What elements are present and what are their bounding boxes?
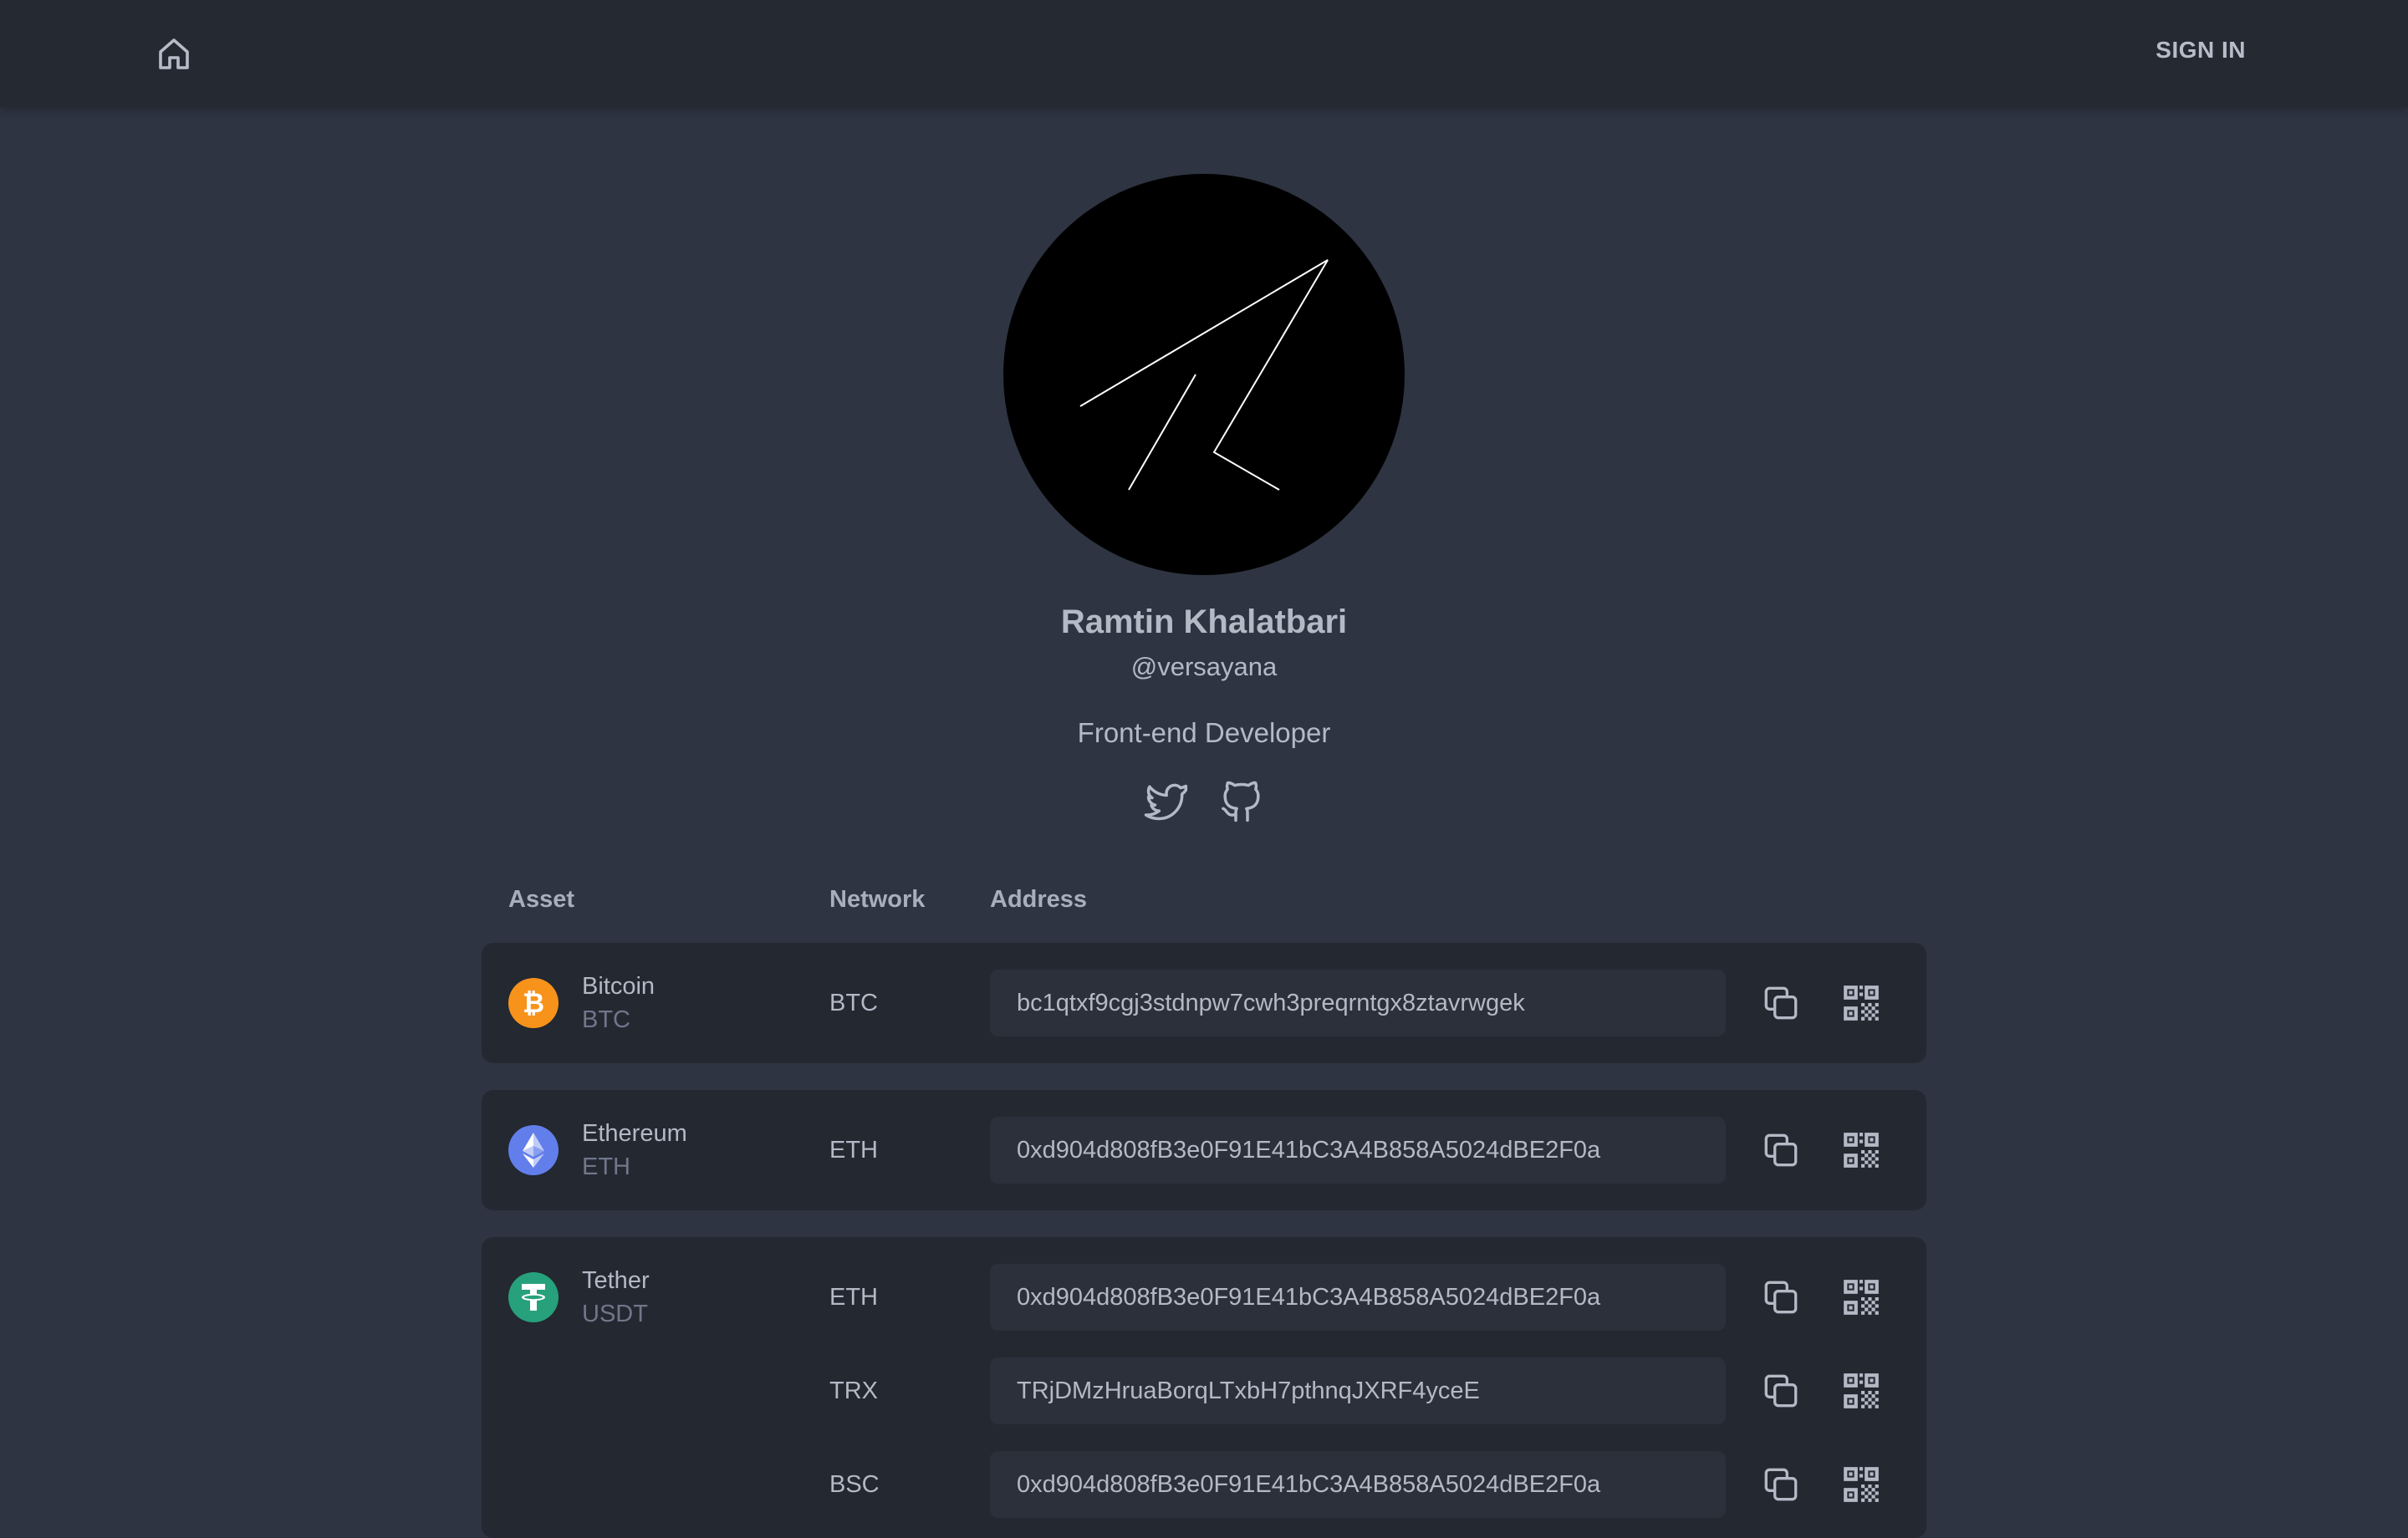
copy-icon bbox=[1764, 986, 1798, 1020]
column-header-network: Network bbox=[829, 886, 926, 913]
copy-button[interactable] bbox=[1758, 1127, 1804, 1174]
asset-symbol: USDT bbox=[582, 1301, 648, 1327]
social-links bbox=[0, 777, 2408, 824]
qr-code-icon bbox=[1844, 985, 1879, 1021]
column-header-address: Address bbox=[990, 886, 1088, 913]
address-field[interactable]: 0xd904d808fB3e0F91E41bC3A4B858A5024dBE2F… bbox=[990, 1264, 1726, 1331]
asset-row-bitcoin: ₿ Bitcoin BTC BTC bc1qtxf9cgj3stdnpw7cwh… bbox=[482, 943, 1926, 1063]
home-button[interactable] bbox=[149, 32, 199, 77]
network-label: ETH bbox=[829, 1137, 878, 1164]
network-label: BTC bbox=[829, 990, 878, 1016]
qr-code-button[interactable] bbox=[1838, 1274, 1885, 1321]
profile-name: Ramtin Khalatbari bbox=[1060, 603, 1348, 640]
asset-name: Ethereum bbox=[582, 1120, 687, 1147]
copy-icon bbox=[1764, 1133, 1798, 1167]
copy-button[interactable] bbox=[1758, 980, 1804, 1026]
asset-row-ethereum: Ethereum ETH ETH 0xd904d808fB3e0F91E41bC… bbox=[482, 1090, 1926, 1210]
network-label: TRX bbox=[829, 1378, 878, 1404]
address-field[interactable]: 0xd904d808fB3e0F91E41bC3A4B858A5024dBE2F… bbox=[990, 1117, 1726, 1184]
qr-code-button[interactable] bbox=[1838, 1461, 1885, 1508]
address-field[interactable]: bc1qtxf9cgj3stdnpw7cwh3preqrntgx8ztavrwg… bbox=[990, 970, 1726, 1036]
github-icon bbox=[1222, 781, 1260, 822]
copy-button[interactable] bbox=[1758, 1274, 1804, 1321]
qr-code-icon bbox=[1844, 1280, 1879, 1315]
qr-code-icon bbox=[1844, 1373, 1879, 1408]
copy-button[interactable] bbox=[1758, 1461, 1804, 1508]
asset-row-tether: Tether USDT ETH 0xd904d808fB3e0F91E41bC3… bbox=[482, 1237, 1926, 1538]
address-field[interactable]: 0xd904d808fB3e0F91E41bC3A4B858A5024dBE2F… bbox=[990, 1451, 1726, 1518]
twitter-icon bbox=[1144, 783, 1188, 821]
copy-icon bbox=[1764, 1281, 1798, 1314]
avatar-arrow-logo bbox=[1079, 259, 1329, 491]
github-link[interactable] bbox=[1218, 777, 1265, 824]
ethereum-icon bbox=[508, 1125, 559, 1175]
asset-symbol: ETH bbox=[582, 1154, 630, 1180]
qr-code-button[interactable] bbox=[1838, 1127, 1885, 1174]
qr-code-icon bbox=[1844, 1467, 1879, 1502]
top-navbar: SIGN IN bbox=[0, 0, 2408, 107]
bitcoin-icon: ₿ bbox=[508, 978, 559, 1028]
profile-bio: Front-end Developer bbox=[1077, 717, 1331, 748]
twitter-link[interactable] bbox=[1143, 777, 1190, 824]
qr-code-button[interactable] bbox=[1838, 1367, 1885, 1414]
column-header-asset: Asset bbox=[508, 886, 574, 913]
asset-name: Tether bbox=[582, 1267, 650, 1294]
asset-symbol: BTC bbox=[582, 1006, 630, 1033]
tether-icon bbox=[508, 1272, 559, 1322]
copy-button[interactable] bbox=[1758, 1367, 1804, 1414]
network-label: ETH bbox=[829, 1284, 878, 1311]
avatar bbox=[1003, 174, 1405, 575]
network-label: BSC bbox=[829, 1471, 880, 1498]
asset-name: Bitcoin bbox=[582, 973, 656, 1000]
qr-code-icon bbox=[1844, 1133, 1879, 1168]
copy-icon bbox=[1764, 1468, 1798, 1501]
address-field[interactable]: TRjDMzHruaBorqLTxbH7pthnqJXRF4yceE bbox=[990, 1357, 1726, 1424]
sign-in-button[interactable]: SIGN IN bbox=[2155, 37, 2246, 64]
profile-handle: @versayana bbox=[1130, 652, 1278, 681]
home-icon bbox=[159, 38, 189, 69]
qr-code-button[interactable] bbox=[1838, 980, 1885, 1026]
svg-text:₿: ₿ bbox=[523, 987, 544, 1019]
copy-icon bbox=[1764, 1374, 1798, 1408]
